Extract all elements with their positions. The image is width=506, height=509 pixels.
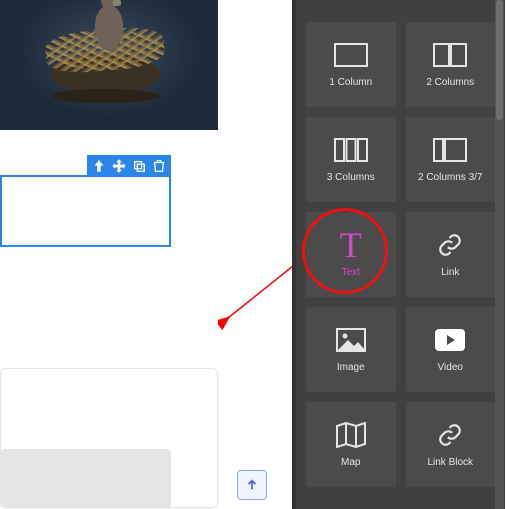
block-video[interactable]: Video [406, 307, 496, 392]
component-toolbar [87, 155, 171, 177]
block-label: 1 Column [329, 77, 372, 88]
block-label: 2 Columns [426, 77, 474, 88]
delete-icon[interactable] [150, 157, 168, 175]
duplicate-icon[interactable] [130, 157, 148, 175]
block-map[interactable]: Map [306, 402, 396, 487]
map-icon [334, 421, 368, 449]
block-label: Link [441, 267, 459, 278]
hero-image[interactable] [0, 0, 218, 130]
block-label: 3 Columns [327, 172, 375, 183]
image-icon [334, 326, 368, 354]
text-icon: T [334, 231, 368, 259]
column-2-icon [433, 41, 467, 69]
move-icon[interactable] [110, 157, 128, 175]
column-3-icon [334, 136, 368, 164]
block-label: Text [342, 267, 360, 278]
editor-canvas [0, 0, 292, 509]
selected-component[interactable] [0, 175, 171, 247]
move-parent-icon[interactable] [90, 157, 108, 175]
block-3-columns[interactable]: 3 Columns [306, 117, 396, 202]
block-label: Image [337, 362, 365, 373]
block-label: Map [341, 457, 360, 468]
link-block-icon [433, 421, 467, 449]
block-link-block[interactable]: Link Block [406, 402, 496, 487]
block-1-column[interactable]: 1 Column [306, 22, 396, 107]
block-2-columns-3-7[interactable]: 2 Columns 3/7 [406, 117, 496, 202]
block-label: Link Block [427, 457, 473, 468]
column-1-icon [334, 41, 368, 69]
block-2-columns[interactable]: 2 Columns [406, 22, 496, 107]
block-label: Video [438, 362, 463, 373]
link-icon [433, 231, 467, 259]
column-2-37-icon [433, 136, 467, 164]
blocks-panel: 1 Column 2 Columns 3 Columns 2 Columns 3… [292, 0, 505, 509]
block-link[interactable]: Link [406, 212, 496, 297]
block-image[interactable]: Image [306, 307, 396, 392]
scroll-top-button[interactable] [237, 470, 267, 500]
block-text[interactable]: T Text [306, 212, 396, 297]
content-card[interactable] [0, 368, 218, 508]
card-placeholder [1, 449, 171, 507]
video-icon [433, 326, 467, 354]
panel-scrollbar[interactable] [495, 0, 504, 509]
block-label: 2 Columns 3/7 [418, 172, 482, 183]
